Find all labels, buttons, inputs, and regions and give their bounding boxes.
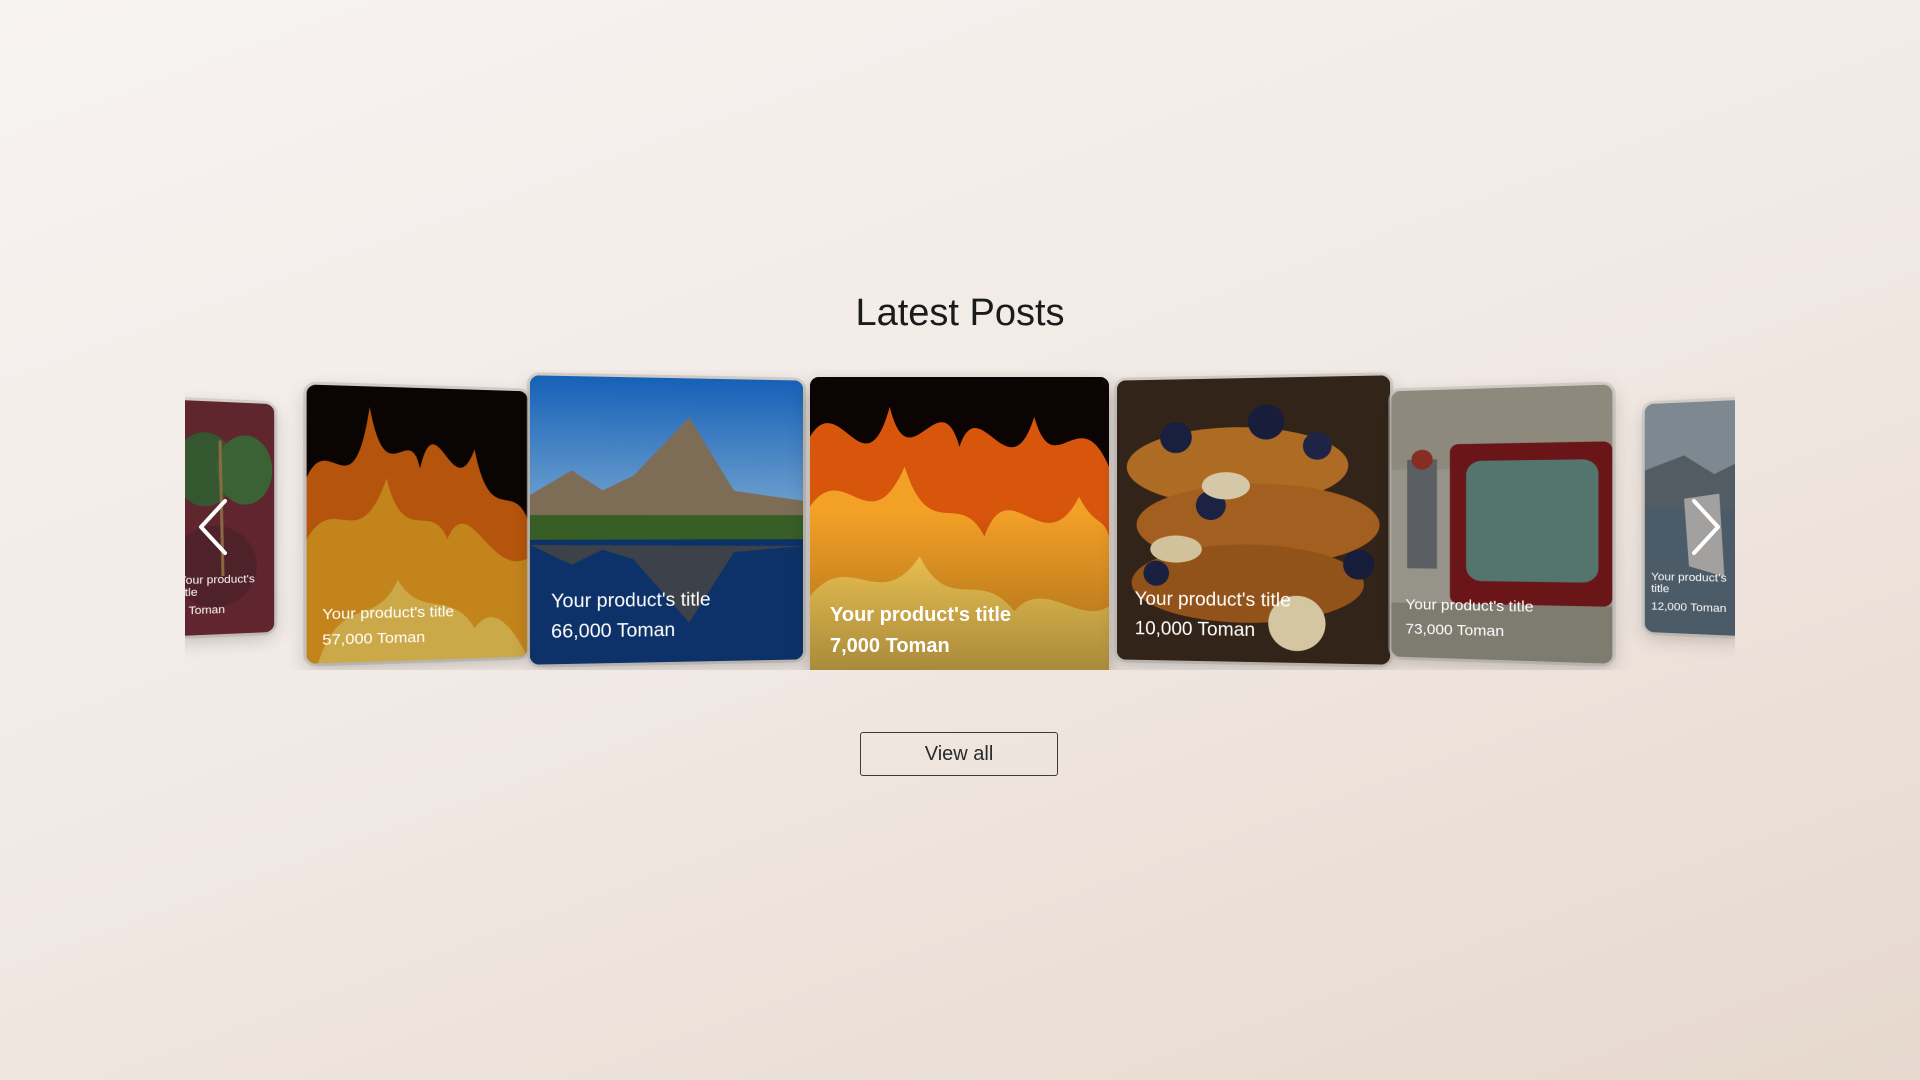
chevron-left-icon (199, 499, 227, 555)
card-title: Your product's title (830, 604, 1012, 626)
product-card[interactable]: Your product's title 10,000 Toman (1117, 375, 1391, 665)
card-title: Your product's title (1651, 571, 1727, 596)
product-card-featured[interactable]: Your product's title 7,000 Toman (810, 377, 1109, 670)
card-title: Your product's title (1405, 596, 1534, 616)
card-price: 66,000 Toman (551, 619, 676, 643)
chevron-right-icon (1692, 499, 1720, 555)
card-title: Your product's title (551, 589, 711, 613)
product-carousel: Your product's title 0 Toman Your produc… (185, 370, 1735, 670)
card-title: Your product's title (1134, 588, 1291, 612)
card-price: 7,000 Toman (830, 635, 950, 657)
card-title: Your product's title (185, 573, 255, 600)
carousel-prev-button[interactable] (195, 497, 235, 557)
card-price: 10,000 Toman (1134, 618, 1256, 642)
product-card[interactable]: Your product's title 57,000 Toman (306, 384, 528, 664)
carousel-next-button[interactable] (1684, 497, 1724, 557)
view-all-button[interactable]: View all (860, 732, 1058, 776)
card-title: Your product's title (322, 603, 455, 624)
product-card[interactable]: Your product's title 73,000 Toman (1391, 384, 1613, 664)
section-title: Latest Posts (855, 292, 1065, 334)
product-card[interactable]: Your product's title 66,000 Toman (529, 375, 803, 665)
